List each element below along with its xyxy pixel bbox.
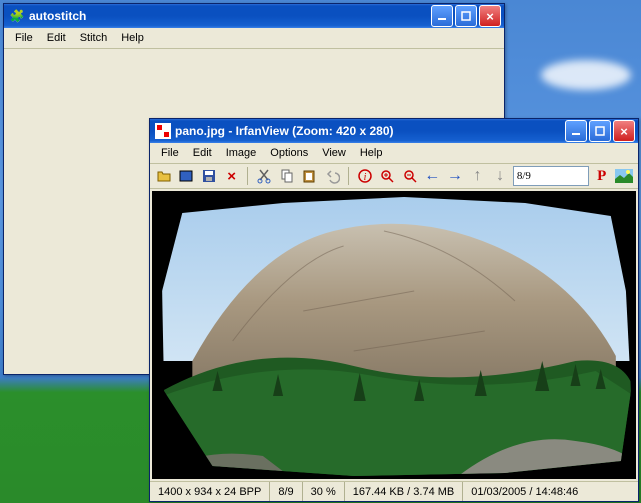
irfanview-window: pano.jpg - IrfanView (Zoom: 420 x 280) ×… <box>149 118 639 502</box>
up-icon[interactable]: ↑ <box>468 166 488 186</box>
status-zoom: 30 % <box>303 482 345 501</box>
toolbar-separator <box>247 167 248 185</box>
menu-file[interactable]: File <box>154 145 186 161</box>
irfanview-menubar: File Edit Image Options View Help <box>150 143 638 164</box>
panorama-image <box>152 191 636 479</box>
irfanview-titlebar[interactable]: pano.jpg - IrfanView (Zoom: 420 x 280) × <box>150 119 638 143</box>
delete-icon[interactable]: × <box>222 166 242 186</box>
window-controls: × <box>565 120 635 142</box>
cut-icon[interactable] <box>254 166 274 186</box>
desktop: 🧩 autostitch × File Edit Stitch Help pan… <box>0 0 641 503</box>
wallpaper-cloud <box>541 60 631 90</box>
menu-edit[interactable]: Edit <box>186 145 219 161</box>
info-icon[interactable]: i <box>355 166 375 186</box>
irfanview-title: pano.jpg - IrfanView (Zoom: 420 x 280) <box>175 124 565 138</box>
autostitch-titlebar[interactable]: 🧩 autostitch × <box>4 4 504 28</box>
close-button[interactable]: × <box>613 120 635 142</box>
minimize-button[interactable] <box>431 5 453 27</box>
properties-icon[interactable]: P <box>592 166 612 186</box>
paste-icon[interactable] <box>300 166 320 186</box>
menu-stitch[interactable]: Stitch <box>73 30 115 46</box>
svg-text:i: i <box>363 172 366 183</box>
menu-help[interactable]: Help <box>114 30 151 46</box>
maximize-button[interactable] <box>589 120 611 142</box>
zoom-out-icon[interactable] <box>400 166 420 186</box>
menu-file[interactable]: File <box>8 30 40 46</box>
autostitch-title: autostitch <box>29 9 431 23</box>
irfanview-app-icon <box>155 123 171 139</box>
irfanview-toolbar: × i ← → <box>150 164 638 189</box>
slideshow-icon[interactable] <box>177 166 197 186</box>
undo-icon[interactable] <box>322 166 342 186</box>
copy-icon[interactable] <box>277 166 297 186</box>
close-button[interactable]: × <box>479 5 501 27</box>
status-dimensions: 1400 x 934 x 24 BPP <box>150 482 270 501</box>
wallpaper-icon[interactable] <box>614 166 634 186</box>
open-icon[interactable] <box>154 166 174 186</box>
minimize-button[interactable] <box>565 120 587 142</box>
save-icon[interactable] <box>199 166 219 186</box>
zoom-in-icon[interactable] <box>377 166 397 186</box>
window-controls: × <box>431 5 501 27</box>
menu-help[interactable]: Help <box>353 145 390 161</box>
prev-icon[interactable]: ← <box>423 166 443 186</box>
irfanview-image-viewport[interactable] <box>152 191 636 479</box>
autostitch-menubar: File Edit Stitch Help <box>4 28 504 49</box>
menu-image[interactable]: Image <box>219 145 264 161</box>
toolbar-separator <box>348 167 349 185</box>
next-icon[interactable]: → <box>445 166 465 186</box>
status-filesize: 167.44 KB / 3.74 MB <box>345 482 464 501</box>
down-icon[interactable]: ↓ <box>490 166 510 186</box>
status-index: 8/9 <box>270 482 302 501</box>
image-index-input[interactable] <box>513 166 589 186</box>
autostitch-app-icon: 🧩 <box>9 8 25 24</box>
status-datetime: 01/03/2005 / 14:48:46 <box>463 482 638 501</box>
menu-options[interactable]: Options <box>263 145 315 161</box>
maximize-button[interactable] <box>455 5 477 27</box>
menu-view[interactable]: View <box>315 145 353 161</box>
irfanview-statusbar: 1400 x 934 x 24 BPP 8/9 30 % 167.44 KB /… <box>150 481 638 501</box>
menu-edit[interactable]: Edit <box>40 30 73 46</box>
